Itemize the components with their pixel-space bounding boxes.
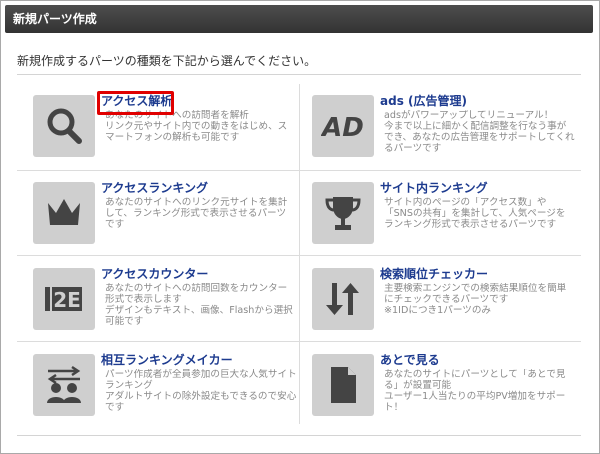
users-exchange-icon [33,354,95,416]
trophy-icon [312,182,374,244]
part-description: サイト内のページの「アクセス数」や 「SNSの共有」を集計して、人気ページを ランキ… [384,197,566,230]
magnifier-icon [33,95,95,157]
svg-text:2E: 2E [53,288,81,312]
part-description: adsがパワーアップしてリニューアル！ 今まで以上に細かく配信調整を行なう事が でき… [384,110,575,154]
part-title[interactable]: アクセスカウンター [101,265,208,282]
part-description: あなたのサイトへの訪問回数をカウンター 形式で表示します デザインもテキスト、画像、… [105,283,293,327]
sort-arrows-icon [312,268,374,330]
counter-icon: 2E [33,268,95,330]
part-ads[interactable]: AD ads (広告管理) adsがパワーアップしてリニューアル！ 今まで以上に細… [312,92,582,165]
part-description: あなたのサイトへの訪問者を解析 リンク元やサイト内での動きをはじめ、ス マートフォン… [105,110,288,143]
part-access-ranking[interactable]: アクセスランキング あなたのサイトへのリンク元サイトを集計 して、ランキング形式で… [33,179,303,252]
part-access-analysis[interactable]: アクセス解析 あなたのサイトへの訪問者を解析 リンク元やサイト内での動きをはじめ、… [33,92,303,165]
part-title[interactable]: 検索順位チェッカー [380,265,488,282]
part-mutual-ranking[interactable]: 相互ランキングメイカー パーツ作成者が全員参加の巨大な人気サイト ランキング アダル… [33,351,303,424]
svg-text:AD: AD [321,113,364,143]
part-site-ranking[interactable]: サイト内ランキング サイト内のページの「アクセス数」や 「SNSの共有」を集計して… [312,179,582,252]
part-description: あなたのサイトへのリンク元サイトを集計 して、ランキング形式で表示させるパーツ です [105,197,288,230]
part-description: パーツ作成者が全員参加の巨大な人気サイト ランキング アダルトサイトの除外設定もでき… [105,369,297,413]
part-access-counter[interactable]: 2E アクセスカウンター あなたのサイトへの訪問回数をカウンター 形式で表示します… [33,265,303,338]
ad-icon: AD [312,95,374,157]
part-title[interactable]: あとで見る [380,351,440,368]
part-title[interactable]: ads (広告管理) [380,92,467,109]
part-search-rank-checker[interactable]: 検索順位チェッカー 主要検索エンジンでの検索結果順位を簡単 にチェックできるパーツ… [312,265,582,338]
part-title[interactable]: 相互ランキングメイカー [101,351,233,368]
part-title[interactable]: サイト内ランキング [380,179,488,196]
dialog-title: 新規パーツ作成 [5,5,593,33]
part-read-later[interactable]: あとで見る あなたのサイトにパーツとして「あとで見 る」が設置可能 ユーザー1人当た… [312,351,582,424]
part-title[interactable]: アクセスランキング [101,179,208,196]
document-icon [312,354,374,416]
part-description: 主要検索エンジンでの検索結果順位を簡単 にチェックできるパーツです ※1IDにつき1… [384,283,567,316]
intro-text: 新規作成するパーツの種類を下記から選んでください。 [17,54,317,68]
part-description: あなたのサイトにパーツとして「あとで見 る」が設置可能 ユーザー1人当たりの平均PV… [384,369,566,413]
crown-icon [33,182,95,244]
part-title[interactable]: アクセス解析 [101,92,172,109]
